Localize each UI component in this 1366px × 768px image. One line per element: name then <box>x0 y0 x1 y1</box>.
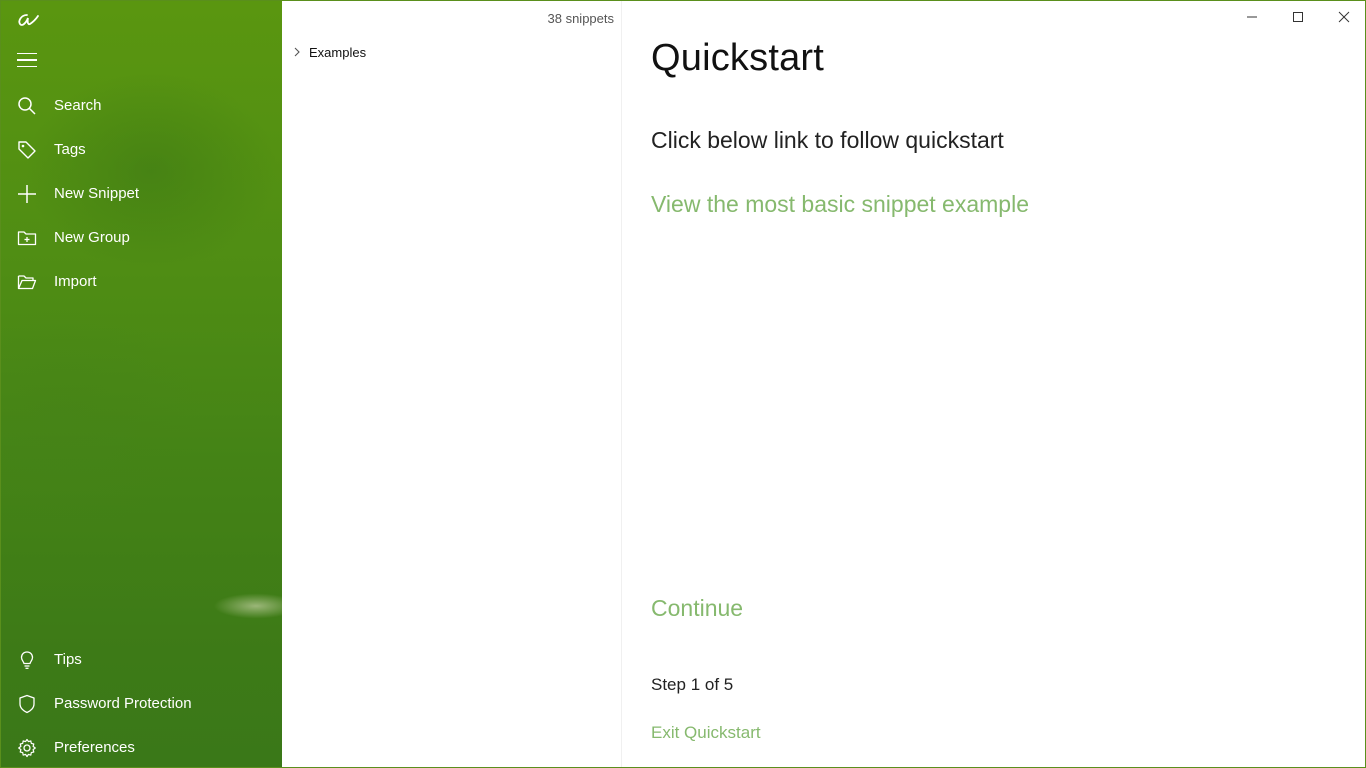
snippet-list-pane: 38 snippets Examples <box>282 1 622 767</box>
app-logo-icon <box>15 7 41 31</box>
maximize-icon <box>1292 8 1304 27</box>
tree-item-label: Examples <box>309 44 367 60</box>
continue-link[interactable]: Continue <box>651 595 743 622</box>
sidebar-item-import[interactable]: Import <box>1 259 282 303</box>
hamburger-icon[interactable] <box>17 49 39 71</box>
sidebar-item-label: New Group <box>54 228 130 246</box>
maximize-button[interactable] <box>1275 1 1321 33</box>
sidebar-item-label: Password Protection <box>54 694 192 712</box>
lightbulb-icon <box>16 649 38 671</box>
folder-open-icon <box>16 271 38 293</box>
sidebar-item-label: Preferences <box>54 738 135 756</box>
tag-icon <box>16 139 38 161</box>
quickstart-instruction: Click below link to follow quickstart <box>651 127 1004 153</box>
step-indicator: Step 1 of 5 <box>651 675 734 694</box>
exit-quickstart-link[interactable]: Exit Quickstart <box>651 723 761 743</box>
basic-snippet-link[interactable]: View the most basic snippet example <box>651 191 1029 218</box>
window-controls <box>1229 1 1365 33</box>
sidebar-item-tips[interactable]: Tips <box>1 637 282 681</box>
chevron-right-icon[interactable] <box>290 45 304 59</box>
sidebar-item-tags[interactable]: Tags <box>1 127 282 171</box>
sidebar-item-label: Import <box>54 272 97 290</box>
sidebar-item-label: Tips <box>54 650 82 668</box>
sidebar-item-new-snippet[interactable]: New Snippet <box>1 171 282 215</box>
sidebar-item-label: Search <box>54 96 102 114</box>
shield-icon <box>16 693 38 715</box>
snippet-count: 38 snippets <box>547 11 615 26</box>
sidebar-item-label: New Snippet <box>54 184 140 202</box>
sidebar-item-new-group[interactable]: New Group <box>1 215 282 259</box>
close-icon <box>1338 8 1350 27</box>
search-icon <box>16 95 38 117</box>
page-title: Quickstart <box>651 37 825 79</box>
quickstart-panel: Quickstart Click below link to follow qu… <box>622 1 1365 767</box>
minimize-button[interactable] <box>1229 1 1275 33</box>
plus-icon <box>16 183 38 205</box>
sidebar-item-search[interactable]: Search <box>1 83 282 127</box>
gear-icon <box>16 737 38 759</box>
app-window: Search Tags New Snippet New Group Import <box>0 0 1366 768</box>
sidebar-item-password-protection[interactable]: Password Protection <box>1 681 282 725</box>
minimize-icon <box>1246 8 1258 27</box>
close-button[interactable] <box>1321 1 1365 33</box>
sidebar-item-preferences[interactable]: Preferences <box>1 725 282 767</box>
sidebar: Search Tags New Snippet New Group Import <box>1 1 282 767</box>
sidebar-item-label: Tags <box>54 140 86 158</box>
folder-plus-icon <box>16 227 38 249</box>
tree-item-examples[interactable]: Examples <box>290 41 366 63</box>
